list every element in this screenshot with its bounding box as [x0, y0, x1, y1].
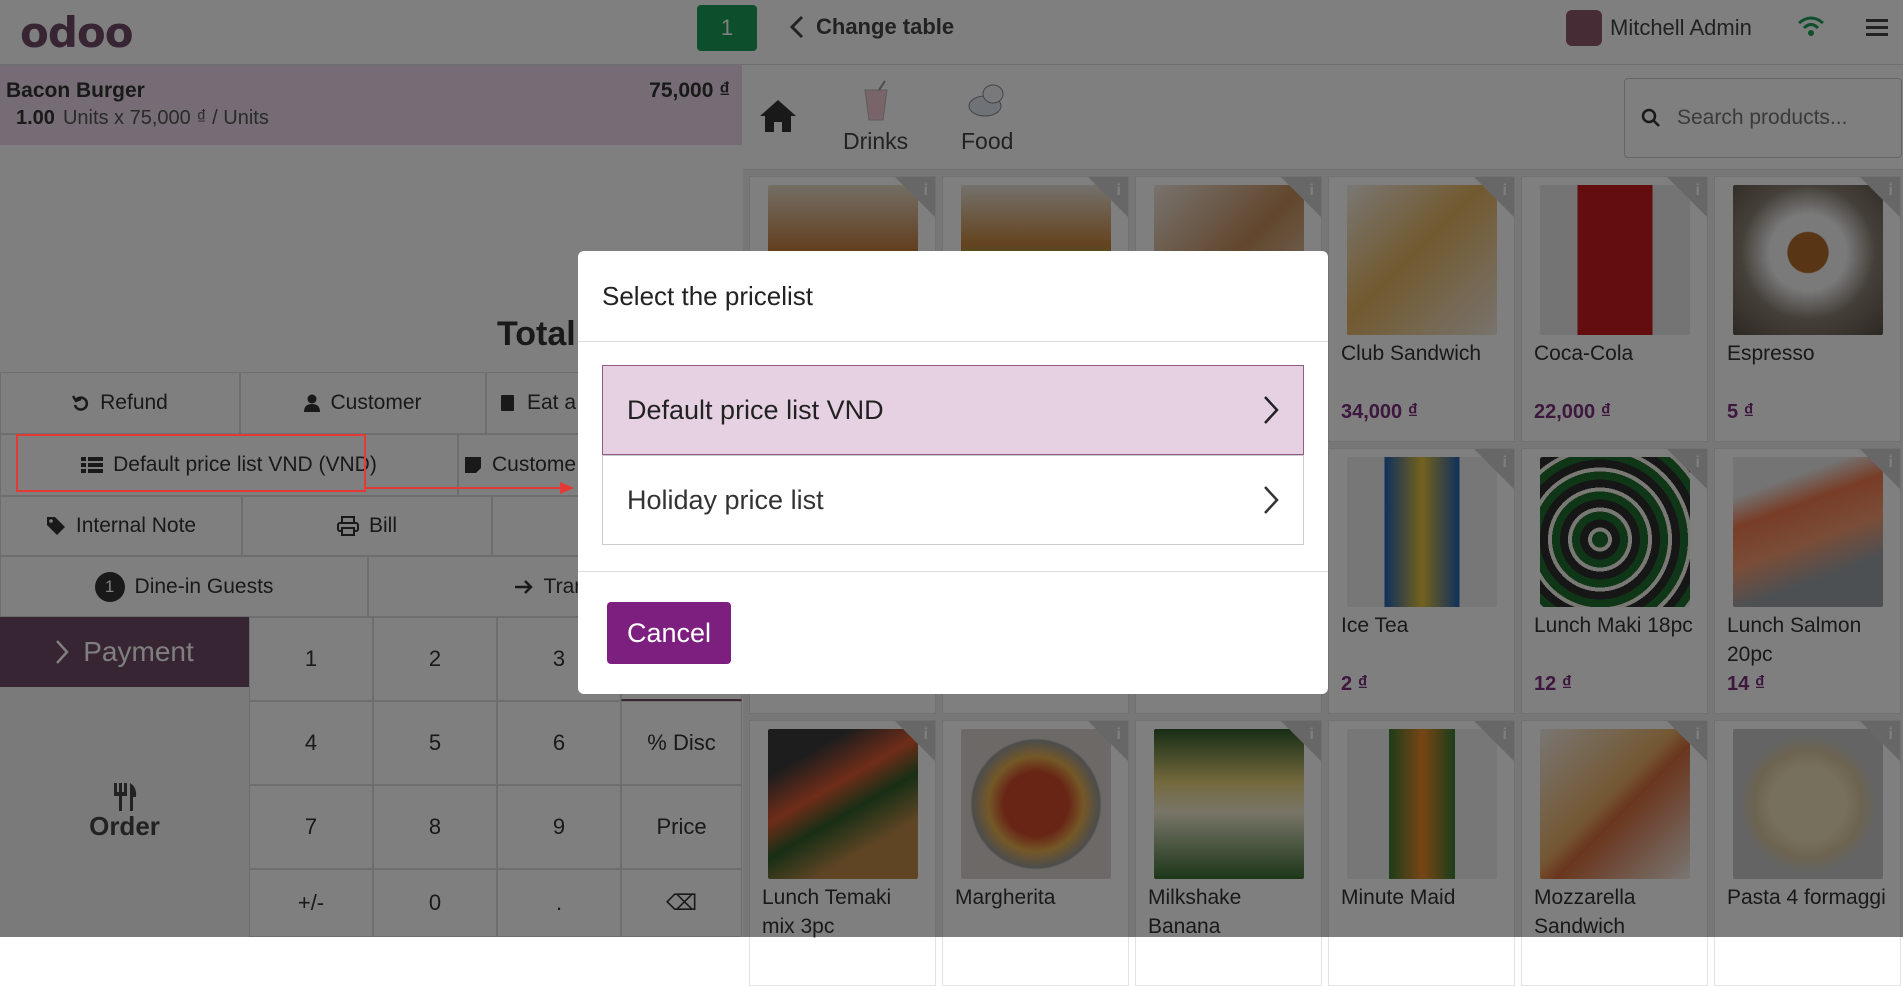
dialog-footer: Cancel [578, 571, 1328, 695]
chevron-right-icon [1264, 486, 1279, 514]
annotation-arrow [366, 482, 574, 494]
pricelist-option-label: Default price list VND [627, 394, 884, 425]
pricelist-dialog: Select the pricelist Default price list … [578, 251, 1328, 694]
cancel-button[interactable]: Cancel [607, 602, 731, 664]
pos-app: odoo 1 Change table Mitchell Admin Bacon… [0, 0, 1903, 986]
pricelist-option-label: Holiday price list [627, 484, 824, 515]
pricelist-option-default[interactable]: Default price list VND [602, 365, 1304, 455]
annotation-highlight-box [16, 434, 366, 492]
dialog-title: Select the pricelist [578, 251, 1328, 342]
chevron-right-icon [1264, 396, 1279, 424]
pricelist-option-holiday[interactable]: Holiday price list [602, 455, 1304, 545]
